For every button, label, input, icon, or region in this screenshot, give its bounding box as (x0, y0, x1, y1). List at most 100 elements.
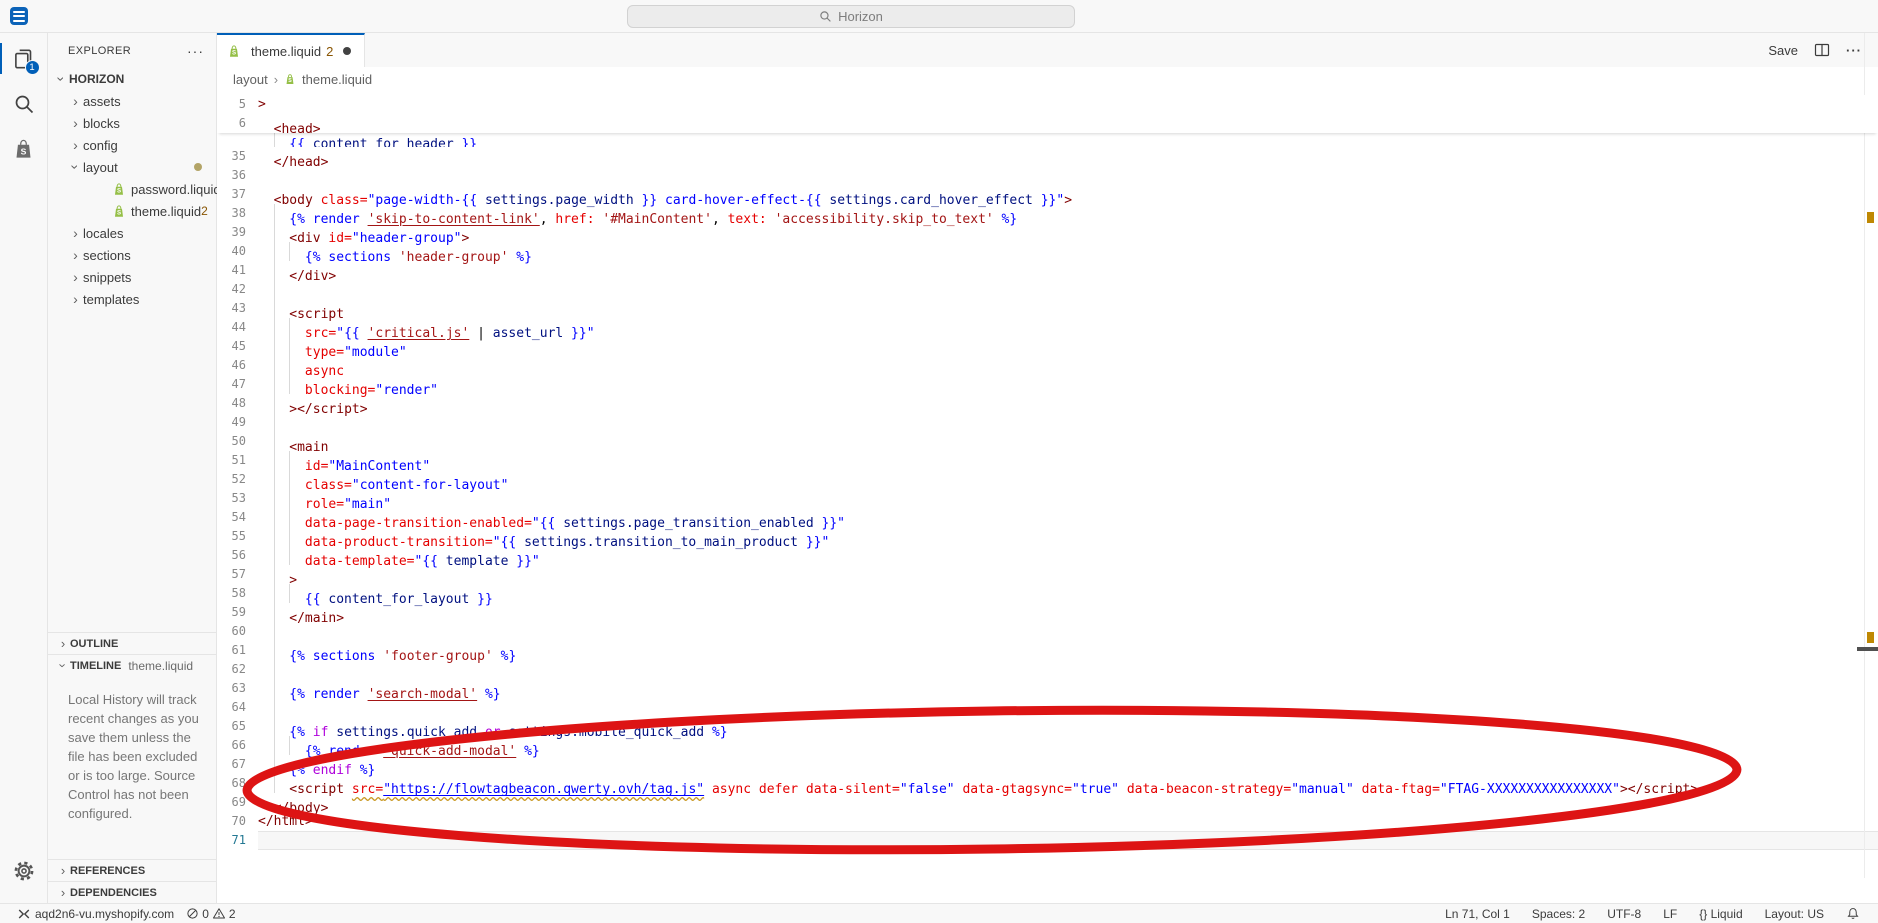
code-line-54[interactable]: 54data-page-transition-enabled="{{ setti… (217, 508, 1878, 527)
code-line-53[interactable]: 53role="main" (217, 489, 1878, 508)
app-menu-icon[interactable] (10, 7, 28, 25)
tree-item-config[interactable]: ›config (48, 134, 216, 156)
code-line-36[interactable]: 36 (217, 166, 1878, 185)
code-line-35[interactable]: 35</head> (217, 147, 1878, 166)
line-number: 47 (217, 375, 258, 394)
code-line-44[interactable]: 44src="{{ 'critical.js' | asset_url }}" (217, 318, 1878, 337)
tree-item-blocks[interactable]: ›blocks (48, 112, 216, 134)
status-notifications[interactable] (1840, 907, 1866, 921)
indent-guide (274, 242, 290, 261)
code-line-43[interactable]: 43<script (217, 299, 1878, 318)
code-line-67[interactable]: 67{% endif %} (217, 755, 1878, 774)
dependencies-panel-header[interactable]: › DEPENDENCIES (48, 881, 216, 903)
code-line-64[interactable]: 64 (217, 698, 1878, 717)
activity-search-button[interactable] (0, 81, 48, 126)
status-keyboard-layout[interactable]: Layout: US (1759, 907, 1830, 921)
code-line-68[interactable]: 68<script src="https://flowtagbeacon.qwe… (217, 774, 1878, 793)
code-line-45[interactable]: 45type="module" (217, 337, 1878, 356)
tree-item-password-liquid[interactable]: Spassword.liquid (48, 178, 216, 200)
code-line-61[interactable]: 61{% sections 'footer-group' %} (217, 641, 1878, 660)
code-line-content (258, 831, 1878, 850)
code-line-content: {% endif %} (258, 755, 1878, 774)
code-line-47[interactable]: 47blocking="render" (217, 375, 1878, 394)
code-line-41[interactable]: 41</div> (217, 261, 1878, 280)
code-line-70[interactable]: 70</html> (217, 812, 1878, 831)
code-line-60[interactable]: 60 (217, 622, 1878, 641)
code-token: }} (461, 137, 477, 147)
sidebar-more-actions-button[interactable]: ··· (187, 43, 204, 59)
status-indentation[interactable]: Spaces: 2 (1526, 907, 1591, 921)
activity-explorer-button[interactable]: 1 (0, 36, 48, 81)
status-eol[interactable]: LF (1657, 907, 1683, 921)
breadcrumb-file[interactable]: theme.liquid (302, 72, 372, 87)
code-line-51[interactable]: 51id="MainContent" (217, 451, 1878, 470)
code-line-38[interactable]: 38{% render 'skip-to-content-link', href… (217, 204, 1878, 223)
code-line-39[interactable]: 39<div id="header-group"> (217, 223, 1878, 242)
code-line-content: {% sections 'header-group' %} (258, 242, 1878, 261)
code-line-58[interactable]: 58{{ content_for_layout }} (217, 584, 1878, 603)
line-number: 50 (217, 432, 258, 451)
code-line-5[interactable]: 5> (217, 95, 1878, 114)
line-number: 42 (217, 280, 258, 299)
code-line-50[interactable]: 50<main (217, 432, 1878, 451)
indent-guide (289, 242, 305, 261)
code-editor[interactable]: 5>6<head> {{ content_for_header }} 35</h… (217, 91, 1878, 903)
timeline-panel-header[interactable]: › TIMELINE theme.liquid (48, 654, 216, 676)
code-line-69[interactable]: 69</body> (217, 793, 1878, 812)
activity-settings-button[interactable] (0, 848, 48, 893)
code-lines: 35</head>3637<body class="page-width-{{ … (217, 147, 1878, 850)
code-line-59[interactable]: 59</main> (217, 603, 1878, 622)
code-line-42[interactable]: 42 (217, 280, 1878, 299)
split-editor-icon[interactable] (1814, 42, 1830, 58)
tree-item-sections[interactable]: ›sections (48, 244, 216, 266)
status-encoding[interactable]: UTF-8 (1601, 907, 1647, 921)
status-problems[interactable]: 0 2 (180, 904, 241, 923)
save-button[interactable]: Save (1768, 43, 1798, 58)
breadcrumb: layout › S theme.liquid (217, 67, 1878, 91)
code-line-71[interactable]: 71 (217, 831, 1878, 850)
code-line-63[interactable]: 63{% render 'search-modal' %} (217, 679, 1878, 698)
tree-item-locales[interactable]: ›locales (48, 222, 216, 244)
indent-space (258, 717, 274, 736)
tree-item-HORIZON[interactable]: ›HORIZON (48, 68, 216, 90)
shopify-file-icon: S (112, 182, 126, 197)
tree-item-snippets[interactable]: ›snippets (48, 266, 216, 288)
code-line-66[interactable]: 66{% render 'quick-add-modal' %} (217, 736, 1878, 755)
code-line-6[interactable]: 6<head> (217, 114, 1878, 133)
line-number: 64 (217, 698, 258, 717)
status-remote[interactable]: aqd2n6-vu.myshopify.com (12, 904, 180, 923)
code-line-46[interactable]: 46async (217, 356, 1878, 375)
tree-item-label: sections (83, 248, 131, 263)
references-panel-header[interactable]: › REFERENCES (48, 859, 216, 881)
code-line-49[interactable]: 49 (217, 413, 1878, 432)
more-actions-button[interactable]: ··· (1846, 43, 1862, 58)
tree-item-layout[interactable]: ›layout (48, 156, 216, 178)
code-line-56[interactable]: 56data-template="{{ template }}" (217, 546, 1878, 565)
code-line-57[interactable]: 57> (217, 565, 1878, 584)
code-line-37[interactable]: 37<body class="page-width-{{ settings.pa… (217, 185, 1878, 204)
activity-shopify-button[interactable]: S (0, 126, 48, 171)
code-line-62[interactable]: 62 (217, 660, 1878, 679)
indent-space (258, 185, 274, 204)
status-language[interactable]: {} Liquid (1693, 907, 1748, 921)
line-number: 39 (217, 223, 258, 242)
outline-panel-header[interactable]: › OUTLINE (48, 632, 216, 654)
tree-item-assets[interactable]: ›assets (48, 90, 216, 112)
code-line-65[interactable]: 65{% if settings.quick_add or settings.m… (217, 717, 1878, 736)
tree-item-theme-liquid[interactable]: Stheme.liquid2 (48, 200, 216, 222)
command-center-search[interactable]: Horizon (627, 5, 1075, 28)
code-line-52[interactable]: 52class="content-for-layout" (217, 470, 1878, 489)
activity-badge: 1 (25, 60, 40, 75)
code-line-55[interactable]: 55data-product-transition="{{ settings.t… (217, 527, 1878, 546)
code-line-clipped[interactable]: {{ content_for_header }} (217, 133, 1878, 147)
indent-guide (274, 451, 290, 470)
code-line-40[interactable]: 40{% sections 'header-group' %} (217, 242, 1878, 261)
indent-space (258, 660, 274, 679)
tree-item-templates[interactable]: ›templates (48, 288, 216, 310)
indent-guide (274, 508, 290, 527)
tab-theme-liquid[interactable]: S theme.liquid 2 (217, 33, 365, 67)
breadcrumb-folder[interactable]: layout (233, 72, 268, 87)
unsaved-dot-icon[interactable] (343, 47, 351, 55)
status-cursor-position[interactable]: Ln 71, Col 1 (1439, 907, 1516, 921)
code-line-48[interactable]: 48></script> (217, 394, 1878, 413)
